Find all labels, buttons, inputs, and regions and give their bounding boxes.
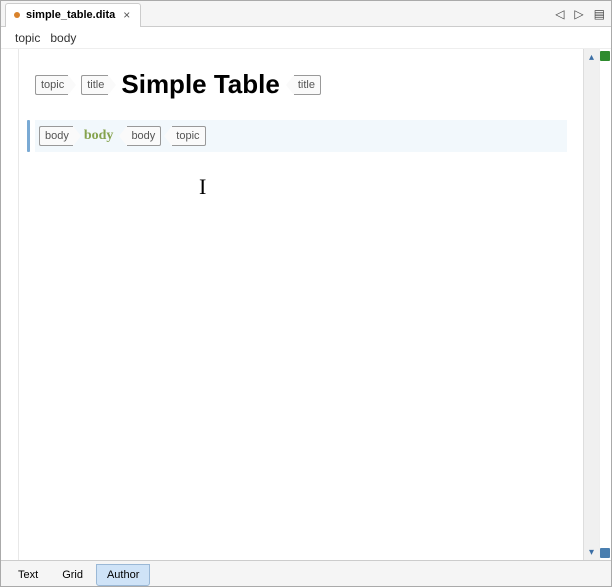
tag-open-topic[interactable]: topic xyxy=(35,75,68,95)
text-cursor-icon: I xyxy=(199,174,206,200)
tag-close-body[interactable]: body xyxy=(127,126,161,146)
vertical-scrollbar[interactable]: ▴ ▾ ✕ ▴ ▾ xyxy=(583,49,599,560)
breadcrumb-item[interactable]: body xyxy=(50,31,76,45)
prev-tab-icon[interactable]: ◁ xyxy=(553,7,566,21)
gutter xyxy=(1,49,19,560)
tag-open-title[interactable]: title xyxy=(81,75,108,95)
tab-title: simple_table.dita xyxy=(26,9,115,21)
tab-list-icon[interactable]: ▤ xyxy=(592,7,607,21)
tab-author[interactable]: Author xyxy=(96,564,150,586)
document-title[interactable]: Simple Table xyxy=(121,69,279,100)
dirty-indicator-icon xyxy=(14,12,20,18)
document-canvas[interactable]: topic title Simple Table title body body… xyxy=(19,49,583,560)
view-mode-tabs: Text Grid Author xyxy=(1,560,611,586)
close-icon[interactable]: × xyxy=(121,8,132,22)
validation-ok-icon xyxy=(600,51,610,61)
content-area: topic title Simple Table title body body… xyxy=(1,49,611,560)
overview-ruler xyxy=(599,49,611,560)
body-placeholder[interactable]: body xyxy=(84,128,114,144)
tag-close-topic[interactable]: topic xyxy=(172,126,205,146)
tab-grid[interactable]: Grid xyxy=(51,564,94,586)
tag-close-title[interactable]: title xyxy=(294,75,321,95)
breadcrumb-item[interactable]: topic xyxy=(15,31,40,45)
editor-window: simple_table.dita × ◁ ▷ ▤ topic body top… xyxy=(0,0,612,587)
breadcrumb: topic body xyxy=(1,27,611,49)
tab-bar: simple_table.dita × ◁ ▷ ▤ xyxy=(1,1,611,27)
marker-icon[interactable] xyxy=(600,548,610,558)
title-element[interactable]: topic title Simple Table title xyxy=(35,69,567,100)
body-element[interactable]: body body body topic xyxy=(35,120,567,152)
next-tab-icon[interactable]: ▷ xyxy=(572,7,585,21)
file-tab[interactable]: simple_table.dita × xyxy=(5,3,141,27)
tag-open-body[interactable]: body xyxy=(39,126,73,146)
tab-text[interactable]: Text xyxy=(7,564,49,586)
scroll-down-icon[interactable]: ▾ xyxy=(589,544,594,560)
scroll-up-icon[interactable]: ▴ xyxy=(589,49,594,65)
tab-nav: ◁ ▷ ▤ xyxy=(553,7,607,21)
